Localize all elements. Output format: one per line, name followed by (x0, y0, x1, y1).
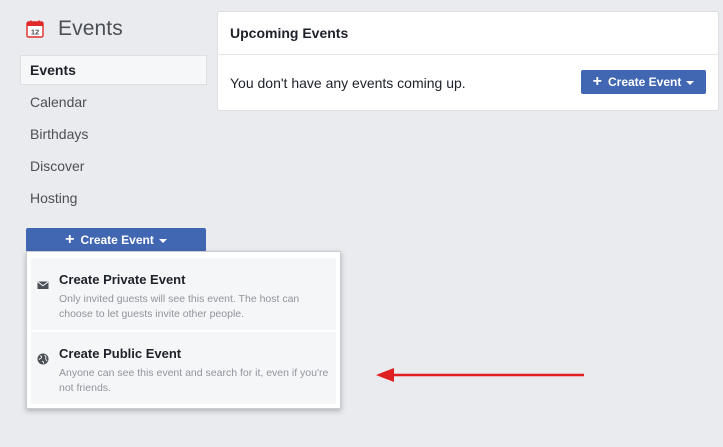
no-events-message: You don't have any events coming up. (230, 75, 466, 91)
sidebar-item-birthdays[interactable]: Birthdays (20, 119, 207, 149)
calendar-icon-day: 12 (31, 28, 39, 37)
upcoming-events-body: You don't have any events coming up. + C… (218, 55, 718, 111)
caret-down-icon (158, 238, 167, 243)
create-event-dropdown: Create Private Event Only invited guests… (26, 251, 341, 409)
calendar-icon: 12 (26, 20, 44, 38)
create-private-event-option[interactable]: Create Private Event Only invited guests… (31, 258, 336, 330)
create-public-event-description: Anyone can see this event and search for… (59, 367, 329, 394)
sidebar-item-hosting[interactable]: Hosting (20, 183, 207, 213)
sidebar-item-events[interactable]: Events (20, 55, 207, 85)
create-public-event-option[interactable]: Create Public Event Anyone can see this … (31, 332, 336, 404)
create-event-label: Create Event (80, 233, 154, 247)
plus-icon: + (592, 72, 602, 90)
upcoming-events-card: Upcoming Events You don't have any event… (217, 11, 719, 111)
caret-down-icon (686, 80, 695, 85)
plus-icon: + (65, 230, 75, 248)
page-title: Events (58, 17, 123, 40)
create-public-event-title: Create Public Event (59, 346, 182, 361)
create-private-event-title: Create Private Event (59, 272, 186, 287)
sidebar-item-discover[interactable]: Discover (20, 151, 207, 181)
card-create-event-button[interactable]: + Create Event (581, 70, 706, 94)
envelope-icon (37, 278, 49, 290)
sidebar-item-calendar[interactable]: Calendar (20, 87, 207, 117)
upcoming-events-header: Upcoming Events (218, 12, 718, 55)
create-private-event-description: Only invited guests will see this event.… (59, 293, 300, 320)
create-event-label: Create Event (607, 75, 682, 89)
sidebar-nav: Events Calendar Birthdays Discover Hosti… (20, 55, 207, 215)
globe-icon (37, 352, 49, 365)
sidebar-create-event-button[interactable]: + Create Event (26, 228, 206, 252)
page-header: 12 Events (26, 14, 123, 44)
annotation-arrow-icon (376, 368, 584, 382)
